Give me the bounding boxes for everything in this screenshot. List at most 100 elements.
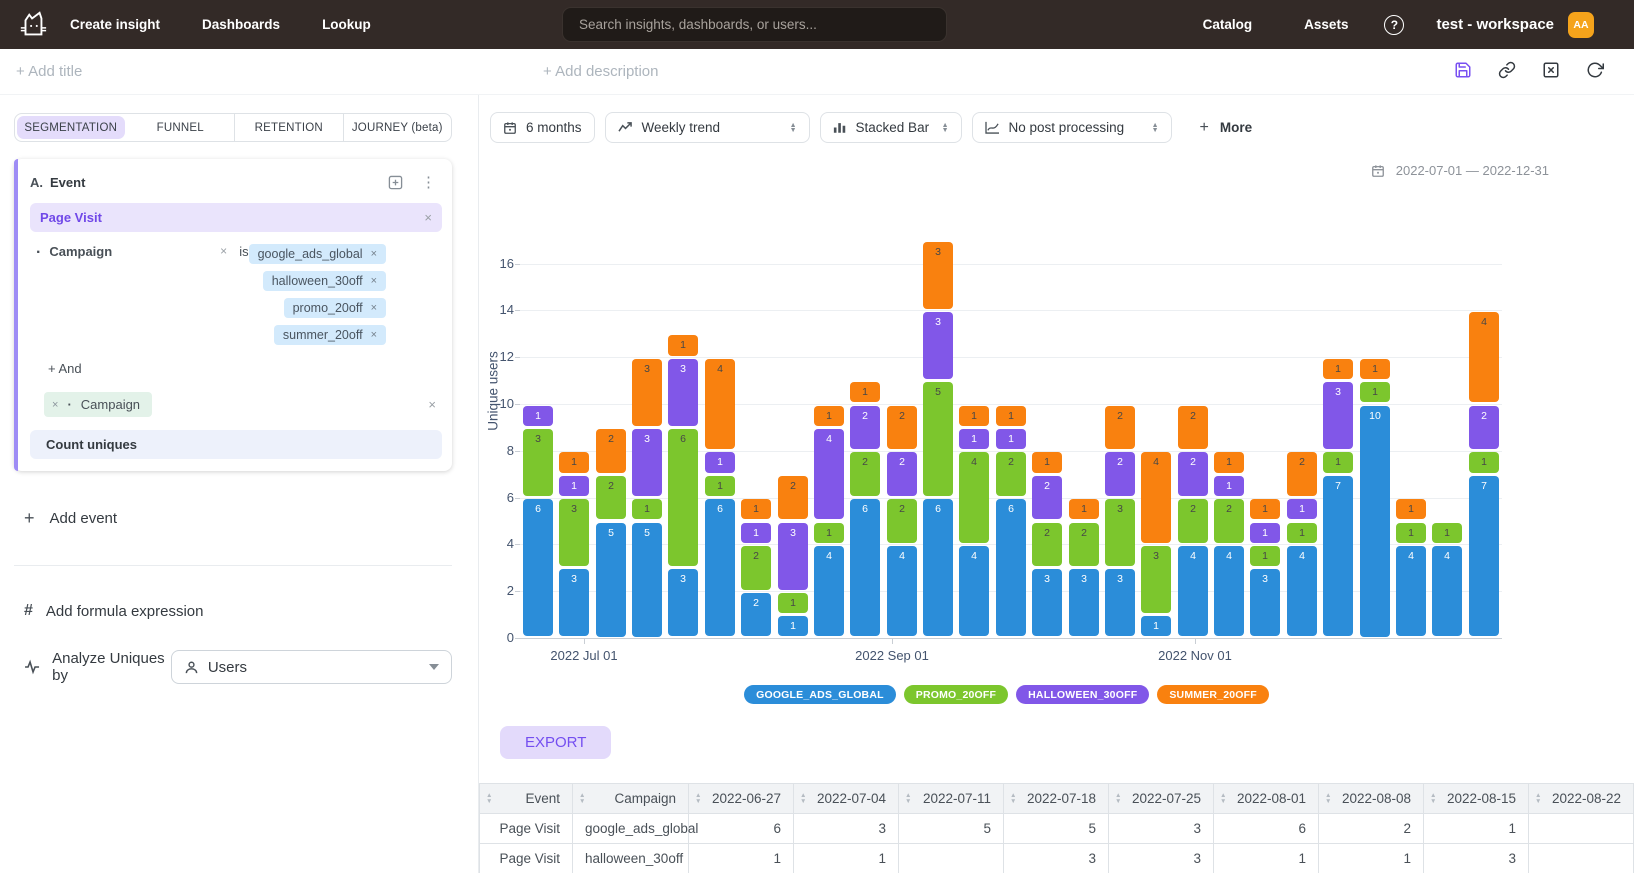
table-header-campaign[interactable]: ▲▼Campaign [573,784,689,814]
bar-segment[interactable]: 2 [596,429,626,473]
sort-icon[interactable]: ▲▼ [1010,793,1016,804]
bar-segment[interactable]: 2 [1178,499,1208,543]
bar-segment[interactable]: 1 [1287,499,1317,519]
bar-segment[interactable]: 2 [887,499,917,543]
bar-segment[interactable]: 2 [1178,452,1208,496]
bar-segment[interactable]: 1 [959,429,989,449]
bar-segment[interactable]: 3 [523,429,553,496]
bar-segment[interactable]: 6 [996,499,1026,636]
bar-segment[interactable]: 3 [1032,569,1062,636]
bar-segment[interactable]: 2 [1105,452,1135,496]
bar-segment[interactable]: 6 [668,429,698,566]
bar-segment[interactable]: 2 [1469,406,1499,450]
bar-segment[interactable]: 1 [1214,452,1244,472]
export-button[interactable]: EXPORT [500,726,611,759]
bar-segment[interactable]: 3 [1141,546,1171,613]
bar-segment[interactable]: 3 [632,359,662,426]
bar-segment[interactable]: 1 [1032,452,1062,472]
chart-type-select[interactable]: Stacked Bar ▲▼ [820,112,962,143]
bar-segment[interactable]: 2 [1032,476,1062,520]
nav-item-catalog[interactable]: Catalog [1203,17,1253,32]
refresh-icon[interactable] [1586,61,1604,79]
clear-filter-icon[interactable]: × [220,244,227,258]
tab-journey-beta[interactable]: JOURNEY (beta) [343,114,452,141]
bar-segment[interactable]: 1 [1287,523,1317,543]
bar-segment[interactable]: 4 [1469,312,1499,403]
bar-segment[interactable]: 1 [1323,452,1353,472]
bar-segment[interactable]: 1 [1360,382,1390,402]
remove-event-icon[interactable]: × [424,210,432,225]
bar-segment[interactable]: 4 [1396,546,1426,637]
bar-segment[interactable]: 4 [814,429,844,520]
bar-segment[interactable]: 5 [923,382,953,496]
bar-segment[interactable]: 3 [559,569,589,636]
bar-segment[interactable]: 5 [632,523,662,637]
bar-segment[interactable]: 1 [1141,616,1171,636]
bar-segment[interactable]: 2 [741,546,771,590]
bar-segment[interactable]: 1 [1469,452,1499,472]
bar-segment[interactable]: 1 [741,523,771,543]
nav-item-assets[interactable]: Assets [1304,17,1348,32]
bar-segment[interactable]: 4 [1178,546,1208,637]
bar-segment[interactable]: 1 [559,476,589,496]
filter-value-tag[interactable]: google_ads_global× [249,244,386,264]
table-header-2022-08-15[interactable]: ▲▼2022-08-15 [1424,784,1529,814]
bar-segment[interactable]: 2 [596,476,626,520]
bar-segment[interactable]: 3 [1250,569,1280,636]
bar-segment[interactable]: 1 [996,406,1026,426]
aggregation-selector[interactable]: Count uniques [30,430,442,459]
bar-segment[interactable]: 2 [1287,452,1317,496]
bar-segment[interactable]: 1 [668,335,698,355]
bar-segment[interactable]: 1 [1396,523,1426,543]
nav-item-create-insight[interactable]: Create insight [70,17,160,32]
bar-segment[interactable]: 3 [923,242,953,309]
bar-segment[interactable]: 1 [996,429,1026,449]
add-title-button[interactable]: + Add title [16,63,82,80]
bar-segment[interactable]: 1 [778,593,808,613]
bar-segment[interactable]: 1 [705,476,735,496]
bar-segment[interactable]: 4 [959,546,989,637]
bar-segment[interactable]: 1 [741,499,771,519]
bar-segment[interactable]: 1 [1250,523,1280,543]
bar-segment[interactable]: 2 [778,476,808,520]
bar-segment[interactable]: 4 [1432,546,1462,637]
bar-segment[interactable]: 7 [1323,476,1353,637]
filter-value-tag[interactable]: halloween_30off× [263,271,386,291]
bar-segment[interactable]: 1 [814,523,844,543]
bar-segment[interactable]: 1 [705,452,735,472]
table-header-2022-07-25[interactable]: ▲▼2022-07-25 [1109,784,1214,814]
bar-segment[interactable]: 2 [741,593,771,637]
legend-pill-promo-20off[interactable]: PROMO_20OFF [904,685,1008,704]
bar-segment[interactable]: 1 [1069,499,1099,519]
bar-segment[interactable]: 2 [1032,523,1062,567]
bar-segment[interactable]: 5 [596,523,626,637]
bar-segment[interactable]: 2 [1214,499,1244,543]
table-header-2022-08-22[interactable]: ▲▼2022-08-22 [1529,784,1634,814]
bar-segment[interactable]: 1 [850,382,880,402]
tab-segmentation[interactable]: SEGMENTATION [17,116,125,139]
bar-segment[interactable]: 2 [1105,406,1135,450]
tab-funnel[interactable]: FUNNEL [127,114,235,141]
bar-segment[interactable]: 3 [778,523,808,590]
bar-segment[interactable]: 4 [705,359,735,450]
bar-segment[interactable]: 6 [923,499,953,636]
table-header-2022-08-08[interactable]: ▲▼2022-08-08 [1319,784,1424,814]
table-header-2022-07-18[interactable]: ▲▼2022-07-18 [1004,784,1109,814]
bar-segment[interactable]: 4 [1287,546,1317,637]
bar-segment[interactable]: 1 [1360,359,1390,379]
add-event-button[interactable]: + Add event [24,508,452,529]
breakdown-chip[interactable]: × · Campaign [44,392,152,417]
date-range-button[interactable]: 6 months [490,112,595,143]
close-square-icon[interactable] [1542,61,1560,79]
bar-segment[interactable]: 3 [1105,499,1135,566]
bar-segment[interactable]: 3 [1069,569,1099,636]
bar-segment[interactable]: 2 [887,406,917,450]
cat-logo[interactable] [18,10,48,40]
event-menu-icon[interactable]: ⋮ [421,173,436,191]
link-icon[interactable] [1498,61,1516,79]
bar-segment[interactable]: 6 [523,499,553,636]
duplicate-event-icon[interactable] [388,175,403,190]
bar-segment[interactable]: 10 [1360,406,1390,637]
bar-segment[interactable]: 1 [523,406,553,426]
bar-segment[interactable]: 2 [887,452,917,496]
